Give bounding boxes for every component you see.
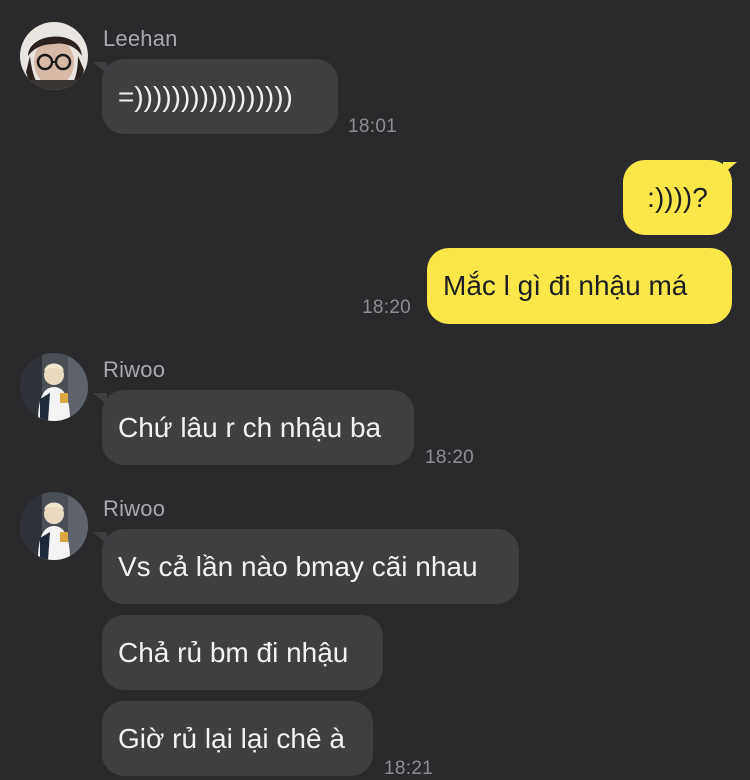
message-bubble-incoming[interactable]: Giờ rủ lại lại chê à	[102, 701, 373, 776]
message-bubble-outgoing[interactable]: Mắc l gì đi nhậu má	[427, 248, 732, 324]
avatar-riwoo[interactable]	[20, 492, 88, 560]
sender-name: Leehan	[103, 26, 178, 51]
avatar-riwoo[interactable]	[20, 353, 88, 421]
sender-name: Riwoo	[103, 357, 166, 382]
sender-name: Riwoo	[103, 496, 166, 521]
message-timestamp: 18:21	[384, 758, 434, 779]
chat-window: Leehan =))))))))))))))))) 18:01 :))))? M…	[0, 0, 750, 780]
message-bubble-outgoing[interactable]: :))))?	[623, 160, 732, 235]
message-timestamp: 18:01	[348, 116, 398, 137]
message-timestamp: 18:20	[362, 297, 412, 318]
message-bubble-incoming[interactable]: =)))))))))))))))))	[102, 59, 338, 134]
message-bubble-incoming[interactable]: Chứ lâu r ch nhậu ba	[102, 390, 414, 465]
avatar-leehan[interactable]	[20, 22, 88, 90]
message-bubble-incoming[interactable]: Vs cả lần nào bmay cãi nhau	[102, 529, 519, 604]
message-bubble-incoming[interactable]: Chả rủ bm đi nhậu	[102, 615, 383, 690]
message-timestamp: 18:20	[425, 447, 475, 468]
